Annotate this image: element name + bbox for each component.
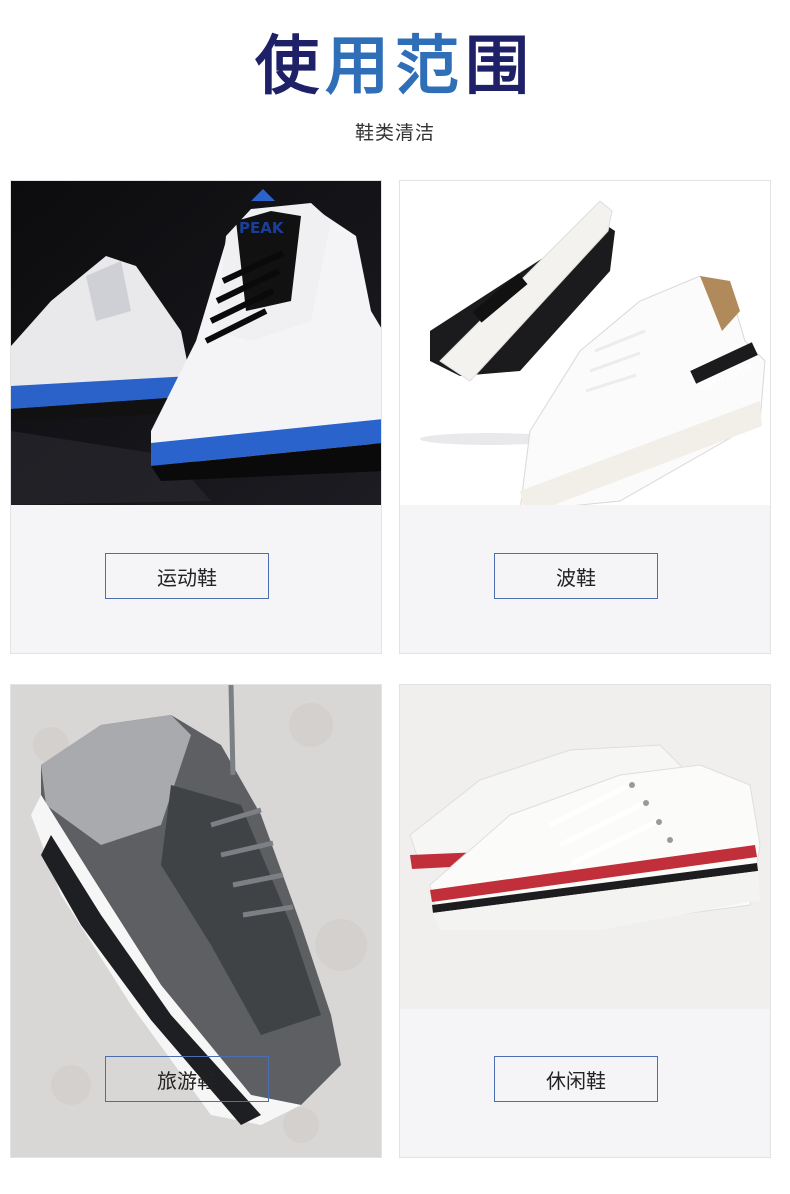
basketball-sneaker-photo: PEAK (11, 181, 381, 505)
shoe-tag-text: SPORT FASHION (694, 362, 755, 391)
white-leather-sneaker-photo: SPORT FASHION (400, 181, 770, 505)
title-char: 围 (465, 30, 535, 104)
page-subtitle: 鞋类清洁 (354, 122, 435, 144)
card-travel-shoes[interactable]: 旅游鞋 (10, 684, 382, 1158)
card-sports-shoes[interactable]: PEAK 运动鞋 (10, 180, 382, 654)
label-sneakers[interactable]: 波鞋 (494, 553, 658, 599)
title-char: 用 (325, 30, 395, 104)
card-sneakers[interactable]: SPORT FASHION 波鞋 (399, 180, 771, 654)
card-casual-shoes[interactable]: 休闲鞋 (399, 684, 771, 1158)
title-char: 使 (255, 30, 325, 104)
label-casual-shoes[interactable]: 休闲鞋 (494, 1056, 658, 1102)
page-title: 使用范围 (0, 22, 790, 112)
header: 使用范围 鞋类清洁 (0, 0, 790, 170)
white-canvas-shoes-photo (400, 685, 770, 1009)
title-char: 范 (395, 30, 465, 104)
label-travel-shoes[interactable]: 旅游鞋 (105, 1056, 269, 1102)
brand-logo-text: PEAK (239, 219, 285, 237)
label-sports-shoes[interactable]: 运动鞋 (105, 553, 269, 599)
